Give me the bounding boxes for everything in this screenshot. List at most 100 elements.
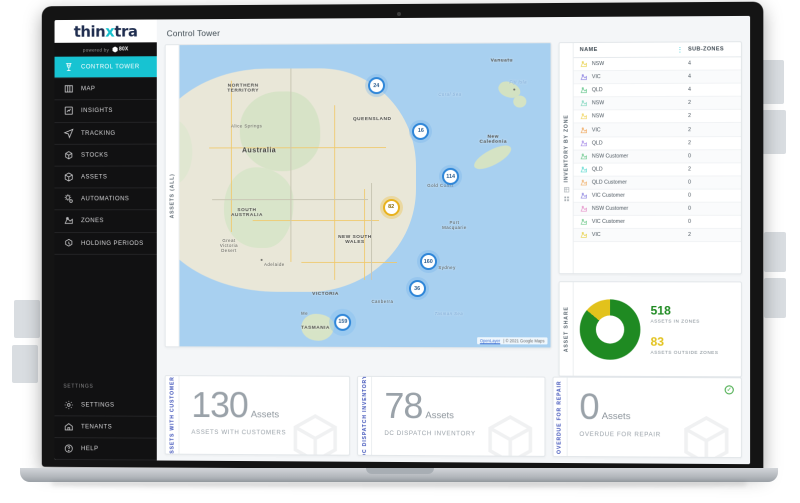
table-row[interactable]: VIC 4 [573, 70, 741, 85]
table-row[interactable]: NSW 2 [573, 110, 741, 124]
primary-nav: CONTROL TOWER MAP INSIGHTS TRACKING STOC… [54, 56, 157, 255]
map-label-country: Australia [242, 147, 277, 155]
zone-icon [580, 126, 588, 134]
panel-tab-icons [563, 187, 569, 202]
sidebar-item-control-tower[interactable]: CONTROL TOWER [54, 56, 157, 79]
zone-subzones: 4 [688, 87, 691, 94]
column-header-subzones[interactable]: SUB-ZONES [688, 46, 735, 52]
map-label-country: New Caledonia [479, 134, 507, 145]
sidebar-item-zones[interactable]: ZONES [54, 210, 157, 233]
sidebar-item-automations[interactable]: AUTOMATIONS [54, 188, 157, 211]
sidebar-item-settings[interactable]: SETTINGS [54, 393, 157, 417]
decor-shape [764, 278, 786, 318]
kpi-tab[interactable]: OVERDUE FOR REPAIR [553, 377, 568, 457]
table-row[interactable]: NSW 2 [573, 96, 741, 111]
sidebar-item-insights[interactable]: INSIGHTS [54, 100, 157, 123]
sidebar-label: ZONES [81, 217, 104, 225]
sidebar-item-stocks[interactable]: STOCKS [54, 144, 157, 167]
zone-name: VIC [591, 126, 601, 133]
zone-icon [580, 60, 588, 68]
table-row[interactable]: QLD 4 [573, 83, 741, 98]
help-icon [63, 443, 74, 454]
asset-share-donut-chart [579, 298, 641, 360]
right-column: INVENTORY BY ZONE NAME ⋮ SUB-ZONES NSW 4… [558, 41, 742, 378]
assets-box-icon [63, 172, 74, 183]
map-marker[interactable]: 159 [334, 313, 352, 331]
sidebar-item-tracking[interactable]: TRACKING [54, 122, 157, 145]
sidebar-item-assets[interactable]: ASSETS [54, 166, 157, 189]
zone-subzones: 0 [688, 205, 691, 212]
map-marker[interactable]: 16 [412, 122, 430, 140]
column-header-name[interactable]: NAME [580, 47, 677, 53]
zone-name: QLD [591, 140, 603, 147]
table-row[interactable]: NSW Customer 0 [573, 149, 741, 164]
map-panel-tab[interactable]: ASSETS (ALL) [165, 45, 180, 347]
map-panel: ASSETS (ALL) NORTHERN TERRITORY QUEENSLA… [164, 42, 552, 349]
map-marker[interactable]: 36 [408, 280, 426, 298]
zone-name: QLD Customer [591, 179, 627, 186]
sidebar-item-help[interactable]: HELP [54, 437, 157, 461]
sidebar-label: TRACKING [81, 129, 116, 137]
asset-share-stats: 518 ASSETS IN ZONES 83 ASSETS OUTSIDE ZO… [650, 302, 719, 355]
map-label: VICTORIA [312, 292, 339, 298]
sidebar-item-tenants[interactable]: TENANTS [54, 415, 157, 439]
decor-shape [764, 232, 786, 272]
table-row[interactable]: QLD Customer 0 [573, 176, 741, 190]
sidebar-label: AUTOMATIONS [81, 195, 130, 203]
status-ok-check-icon: ✓ [724, 385, 734, 395]
insights-icon [63, 106, 74, 117]
kpi-body: ✓ 0 Assets OVERDUE FOR REPAIR [567, 378, 741, 457]
assets-in-zones-stat: 518 ASSETS IN ZONES [650, 302, 719, 323]
table-row[interactable]: NSW 4 [573, 57, 741, 72]
table-row[interactable]: VIC 2 [573, 123, 741, 138]
laptop-mockup: thinxtra powered by 80X CONTROL TOWER MA… [0, 0, 800, 503]
sidebar-item-map[interactable]: MAP [54, 78, 157, 101]
kpi-tab[interactable]: ASSETS WITH CUSTOMERS [165, 375, 180, 456]
map-marker[interactable]: 160 [419, 253, 437, 271]
sidebar-label: STOCKS [81, 151, 109, 159]
brand-wordmark: thinxtra [74, 22, 138, 40]
zone-subzones: 2 [688, 232, 691, 239]
table-row[interactable]: NSW Customer 0 [573, 202, 741, 217]
kpi-row: ASSETS WITH CUSTOMERS 130 Assets ASSETS … [164, 375, 742, 464]
asset-share-tab[interactable]: ASSET SHARE [559, 282, 574, 376]
powered-by-logo: 80X [112, 46, 128, 52]
road-line [334, 104, 336, 281]
map-attribution-link[interactable]: OpenLayer [480, 338, 500, 343]
table-view-icon[interactable] [563, 187, 569, 193]
sidebar-label: SETTINGS [81, 401, 115, 409]
powered-logo-text: 80X [119, 46, 129, 53]
holding-periods-icon [63, 238, 74, 249]
sidebar-item-holding-periods[interactable]: HOLDING PERIODS [54, 232, 157, 255]
map-marker[interactable]: 82 [382, 198, 400, 216]
table-row[interactable]: VIC Customer 0 [573, 189, 741, 203]
hex-icon [112, 46, 118, 52]
table-row[interactable]: VIC Customer 0 [573, 215, 741, 230]
table-row[interactable]: VIC 2 [573, 229, 741, 243]
zone-icon [580, 165, 588, 173]
kpi-unit: Assets [250, 409, 280, 421]
map-canvas[interactable]: NORTHERN TERRITORY QUEENSLAND SOUTH AUSTRA… [179, 43, 551, 348]
kpi-unit: Assets [601, 410, 631, 423]
zone-name: NSW Customer [591, 153, 629, 160]
kpi-card-dc-dispatch-inventory: DC DISPATCH INVENTORY 78 Assets DC DISPA… [357, 375, 546, 457]
table-row[interactable]: QLD 2 [573, 136, 741, 151]
kpi-tab[interactable]: DC DISPATCH INVENTORY [358, 376, 373, 457]
zone-subzones: 0 [688, 192, 691, 199]
inventory-panel-tab[interactable]: INVENTORY BY ZONE [559, 43, 574, 274]
city-dot [260, 259, 263, 262]
map-panel-tab-label: ASSETS (ALL) [169, 173, 176, 219]
zone-icon [580, 139, 588, 147]
table-row[interactable]: QLD 2 [573, 163, 741, 177]
decor-shape [14, 300, 40, 338]
zone-subzones: 2 [688, 166, 691, 173]
grid-view-icon[interactable] [563, 196, 569, 202]
brand-logo[interactable]: thinxtra [54, 19, 157, 43]
sidebar-label: HELP [81, 445, 99, 453]
page-title: Control Tower [166, 28, 221, 39]
map-marker[interactable]: 24 [367, 77, 385, 95]
map-label-sea: Tasman Sea [434, 310, 464, 316]
assets-in-zones-value: 518 [650, 302, 671, 318]
map-label-sea: Coral Sea [438, 92, 462, 98]
zone-name: QLD [591, 87, 603, 94]
